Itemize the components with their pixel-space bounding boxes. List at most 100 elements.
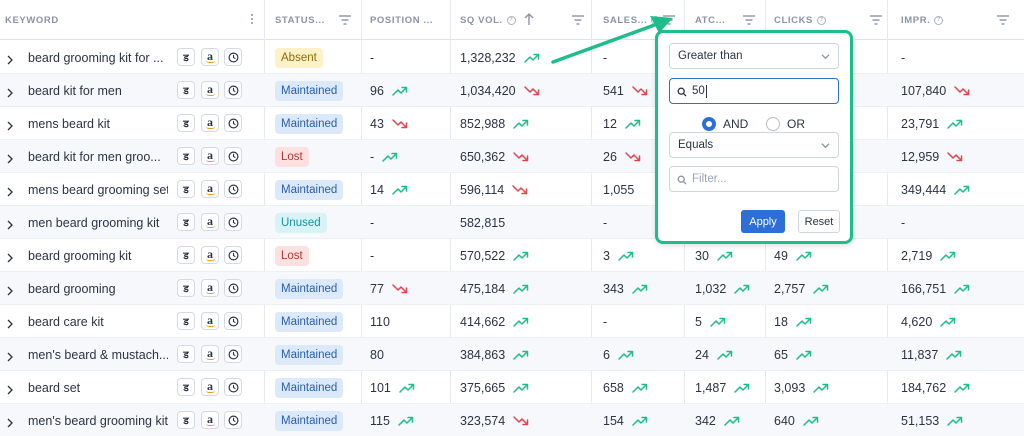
column-header-3[interactable]: SQ VOL.? (460, 0, 516, 40)
history-button[interactable] (224, 246, 242, 264)
hindi-translate-button[interactable]: ड (177, 345, 195, 363)
keyword-text: beard grooming kit (28, 248, 132, 263)
reset-button[interactable]: Reset (798, 210, 840, 233)
filter-icon[interactable] (742, 13, 756, 27)
hindi-glyph: ड (183, 383, 189, 394)
amazon-button[interactable]: a (201, 411, 219, 429)
amazon-button[interactable]: a (201, 81, 219, 99)
filter-icon[interactable] (338, 13, 352, 27)
sort-ascending-icon[interactable] (523, 12, 535, 26)
trend-up-icon (813, 284, 829, 294)
status-badge: Absent (275, 47, 323, 68)
table-row[interactable]: beard grooming ड a Maintained 77 475,184 343 1,… (0, 272, 1024, 305)
hindi-translate-button[interactable]: ड (177, 180, 195, 198)
hindi-translate-button[interactable]: ड (177, 246, 195, 264)
hindi-translate-button[interactable]: ड (177, 312, 195, 330)
history-button[interactable] (224, 345, 242, 363)
amazon-button[interactable]: a (201, 279, 219, 297)
filter-icon[interactable] (662, 13, 676, 27)
hindi-translate-button[interactable]: ड (177, 279, 195, 297)
history-button[interactable] (224, 378, 242, 396)
sqvol-value: 570,522 (460, 248, 506, 263)
chevron-right-icon[interactable] (6, 184, 14, 197)
apply-button[interactable]: Apply (741, 210, 785, 233)
column-header-7[interactable]: IMPR.? (901, 0, 944, 40)
hindi-glyph: ड (183, 251, 189, 262)
amazon-button[interactable]: a (201, 378, 219, 396)
table-row[interactable]: mens beard grooming set ड a Maintained 14 596… (0, 173, 1024, 206)
more-vert-icon[interactable] (245, 13, 259, 27)
chevron-right-icon[interactable] (6, 52, 14, 65)
history-button[interactable] (224, 312, 242, 330)
amazon-button[interactable]: a (201, 312, 219, 330)
chevron-right-icon[interactable] (6, 415, 14, 428)
atc-value: 5 (695, 314, 702, 329)
join-or-radio[interactable]: OR (766, 117, 805, 131)
condition-select-2[interactable]: Equals (669, 132, 839, 158)
chevron-right-icon[interactable] (6, 283, 14, 296)
table-row[interactable]: beard set ड a Maintained 101 375,665 658 1,487 3… (0, 371, 1024, 404)
chevron-right-icon[interactable] (6, 118, 14, 131)
search-icon (677, 87, 687, 97)
filter-icon[interactable] (742, 13, 756, 27)
filter-icon[interactable] (996, 13, 1010, 27)
history-button[interactable] (224, 213, 242, 231)
table-row[interactable]: men beard grooming kit ड a Unused - 582,815 - - (0, 206, 1024, 239)
chevron-right-icon[interactable] (6, 85, 14, 98)
amazon-button[interactable]: a (201, 246, 219, 264)
filter-icon[interactable] (869, 13, 883, 27)
table-row[interactable]: beard care kit ड a Maintained 110 414,662 - 5 18… (0, 305, 1024, 338)
filter-icon[interactable] (662, 13, 676, 27)
hindi-translate-button[interactable]: ड (177, 213, 195, 231)
chevron-right-icon[interactable] (6, 382, 14, 395)
hindi-translate-button[interactable]: ड (177, 411, 195, 429)
hindi-translate-button[interactable]: ड (177, 81, 195, 99)
filter-icon[interactable] (996, 13, 1010, 27)
filter-value-input-1[interactable]: 50 (669, 78, 839, 104)
amazon-button[interactable]: a (201, 345, 219, 363)
chevron-right-icon[interactable] (6, 250, 14, 263)
hindi-translate-button[interactable]: ड (177, 147, 195, 165)
impr-cell: 2,719 (901, 239, 956, 272)
filter-icon[interactable] (571, 13, 585, 27)
table-row[interactable]: mens beard kit ड a Maintained 43 852,988 12 23,… (0, 107, 1024, 140)
table-row[interactable]: beard grooming kit ड a Lost - 570,522 3 30 49 2,7… (0, 239, 1024, 272)
hindi-translate-button[interactable]: ड (177, 48, 195, 66)
chevron-right-icon[interactable] (6, 349, 14, 362)
amazon-button[interactable]: a (201, 180, 219, 198)
hindi-translate-button[interactable]: ड (177, 378, 195, 396)
history-button[interactable] (224, 279, 242, 297)
column-header-2[interactable]: POSITION ... (370, 0, 433, 40)
chevron-right-icon[interactable] (6, 217, 14, 230)
filter-value-input-2[interactable]: Filter... (669, 166, 839, 192)
table-row[interactable]: beard kit for men groo... ड a Lost - 650,362 2… (0, 140, 1024, 173)
amazon-button[interactable]: a (201, 213, 219, 231)
history-button[interactable] (224, 411, 242, 429)
history-button[interactable] (224, 114, 242, 132)
filter-icon[interactable] (869, 13, 883, 27)
history-button[interactable] (224, 180, 242, 198)
column-header-0[interactable]: KEYWORD (5, 0, 59, 40)
chevron-right-icon[interactable] (6, 151, 14, 164)
column-header-label: KEYWORD (5, 14, 59, 26)
amazon-button[interactable]: a (201, 114, 219, 132)
amazon-button[interactable]: a (201, 48, 219, 66)
column-header-4[interactable]: SALES...? (603, 0, 661, 40)
table-row[interactable]: beard kit for men ड a Maintained 96 1,034,420… (0, 74, 1024, 107)
join-and-radio[interactable]: AND (702, 117, 748, 131)
table-row[interactable]: beard grooming kit for ... ड a Absent - 1,328… (0, 41, 1024, 74)
condition-select-1[interactable]: Greater than (669, 43, 839, 69)
clock-icon (228, 349, 238, 359)
table-row[interactable]: men's beard & mustach... ड a Maintained 80 38… (0, 338, 1024, 371)
amazon-button[interactable]: a (201, 147, 219, 165)
filter-icon[interactable] (338, 13, 352, 27)
hindi-glyph: ड (183, 218, 189, 229)
table-row[interactable]: men's beard grooming kit ड a Maintained 115 3… (0, 404, 1024, 436)
history-button[interactable] (224, 147, 242, 165)
history-button[interactable] (224, 48, 242, 66)
column-header-1[interactable]: STATUS... (275, 0, 325, 40)
chevron-right-icon[interactable] (6, 316, 14, 329)
hindi-translate-button[interactable]: ड (177, 114, 195, 132)
filter-icon[interactable] (571, 13, 585, 27)
history-button[interactable] (224, 81, 242, 99)
